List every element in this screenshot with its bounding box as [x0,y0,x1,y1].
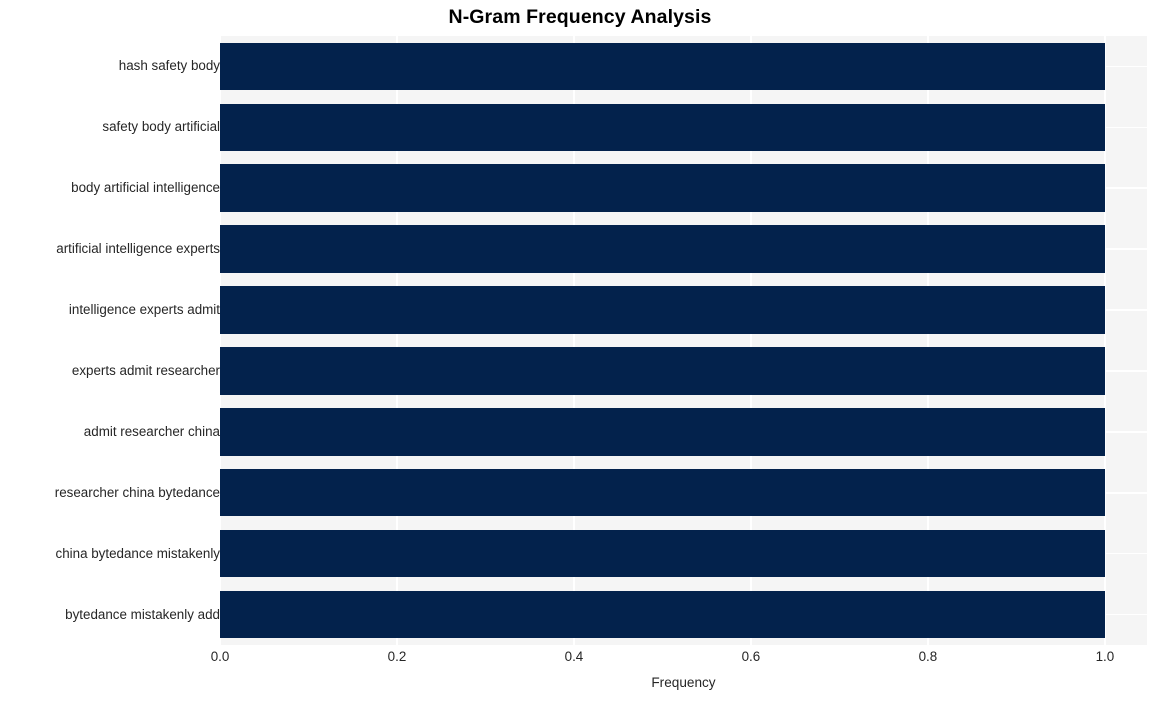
x-axis-tick-label: 0.4 [564,649,584,664]
x-axis-tick-label: 0.2 [387,649,407,664]
x-axis-tick-label: 1.0 [1095,649,1115,664]
x-axis-tick-label: 0.8 [918,649,938,664]
x-axis-tick-label: 0.0 [210,649,230,664]
x-axis-tick-labels: 0.0 0.2 0.4 0.6 0.8 1.0 [0,0,1160,701]
x-axis-tick-label: 0.6 [741,649,761,664]
chart-figure: N-Gram Frequency Analysis hash safety bo… [0,0,1160,701]
x-axis-title: Frequency [651,675,716,690]
